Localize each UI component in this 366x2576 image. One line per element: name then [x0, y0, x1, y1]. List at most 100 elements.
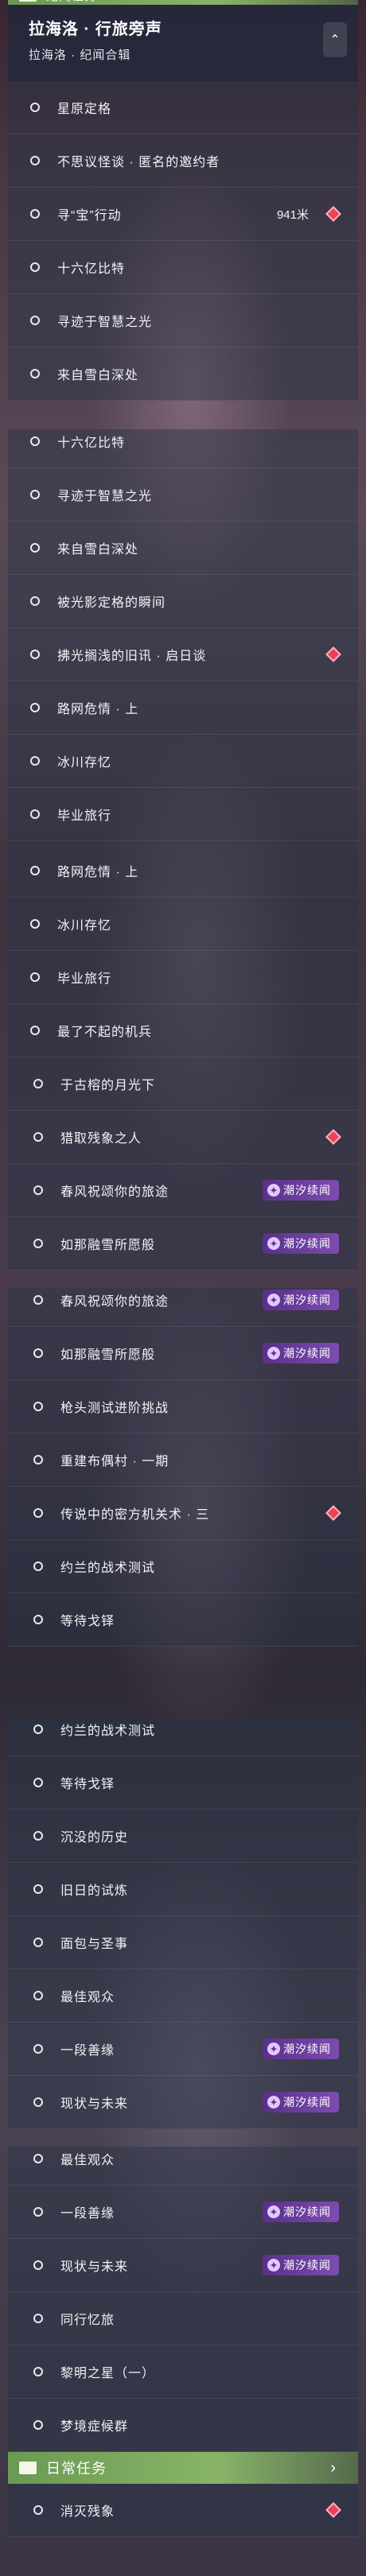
quest-row[interactable]: 来自雪白深处: [8, 347, 358, 401]
circle-icon: [33, 1508, 43, 1518]
quest-label: 如那融雪所愿般: [60, 1348, 156, 1362]
screenshot-panel: 路网危情 · 上冰川存忆 毕业旅行 最了不起的机兵 于古榕的月光下 猎取残象之人 春风祝颂…: [0, 859, 366, 1288]
quest-row[interactable]: 枪头测试进阶挑战: [8, 1380, 358, 1433]
quest-row[interactable]: 最佳观众: [8, 2147, 358, 2186]
quest-row[interactable]: 路网危情 · 上: [8, 681, 358, 735]
tide-label: 潮汐续闻: [283, 1184, 331, 1197]
quest-label: 十六亿比特: [57, 436, 126, 450]
quest-label: 来自雪白深处: [57, 543, 139, 557]
circle-icon: [30, 103, 40, 112]
quest-row[interactable]: 春风祝颂你的旅途 ✦ 潮汐续闻: [8, 1288, 358, 1327]
quest-row[interactable]: 拂光搁浅的旧讯 · 启日谈: [8, 628, 358, 681]
collapse-chevron-icon[interactable]: ⌃: [323, 22, 347, 57]
section-header-daily[interactable]: 日常任务 ›: [8, 2452, 358, 2484]
circle-icon: [33, 2044, 43, 2054]
screenshot-panel: 纪闻任务拉海洛 · 行旅旁声拉海洛 · 纪闻合辑 ⌃ 星原定格不思议怪谈 · 匿名的…: [0, 0, 366, 429]
quest-row[interactable]: 最了不起的机兵: [8, 1004, 358, 1057]
quest-row[interactable]: 被光影定格的瞬间: [8, 575, 358, 628]
quest-row[interactable]: 冰川存忆: [8, 898, 358, 951]
quest-row[interactable]: 消灭残象: [8, 2484, 358, 2537]
quest-row[interactable]: 旧日的试炼: [8, 1863, 358, 1916]
tide-icon: ✦: [267, 1237, 280, 1250]
quest-row[interactable]: 约兰的战术测试: [8, 1540, 358, 1593]
quest-label: 枪头测试进阶挑战: [60, 1402, 169, 1415]
tide-label: 潮汐续闻: [283, 2043, 331, 2055]
tide-label: 潮汐续闻: [283, 2259, 331, 2271]
circle-icon: [30, 436, 40, 446]
quest-row[interactable]: 冰川存忆: [8, 735, 358, 788]
quest-row[interactable]: 等待戈铎: [8, 1593, 358, 1647]
circle-icon: [33, 1778, 43, 1787]
quest-row[interactable]: 同行忆旅: [8, 2292, 358, 2345]
quest-row[interactable]: 现状与未来 ✦ 潮汐续闻: [8, 2076, 358, 2129]
quest-label: 拂光搁浅的旧讯 · 启日谈: [57, 650, 207, 663]
quest-row[interactable]: 于古榕的月光下: [8, 1057, 358, 1111]
circle-icon: [30, 919, 40, 929]
quest-row[interactable]: 路网危情 · 上: [8, 859, 358, 898]
tide-badge: ✦ 潮汐续闻: [263, 1290, 339, 1310]
quest-row[interactable]: 现状与未来 ✦ 潮汐续闻: [8, 2239, 358, 2292]
tide-badge: ✦ 潮汐续闻: [263, 1233, 339, 1254]
quest-row[interactable]: 寻迹于智慧之光: [8, 294, 358, 347]
tide-icon: ✦: [267, 2259, 280, 2271]
quest-label: 最了不起的机兵: [57, 1026, 153, 1039]
quest-row[interactable]: 如那融雪所愿般 ✦ 潮汐续闻: [8, 1217, 358, 1271]
tide-badge: ✦ 潮汐续闻: [263, 2039, 339, 2059]
quest-row[interactable]: 毕业旅行: [8, 788, 358, 841]
circle-icon: [33, 1562, 43, 1571]
quest-label: 星原定格: [57, 103, 112, 116]
quest-label: 于古榕的月光下: [60, 1079, 156, 1092]
quest-row[interactable]: 不思议怪谈 · 匿名的邀约者: [8, 134, 358, 188]
quest-row[interactable]: 一段善缘 ✦ 潮汐续闻: [8, 2186, 358, 2239]
quest-label: 现状与未来: [60, 2260, 129, 2274]
quest-label: 春风祝颂你的旅途: [60, 1295, 169, 1309]
quest-row[interactable]: 梦境症候群: [8, 2399, 358, 2452]
quest-row[interactable]: 寻迹于智慧之光: [8, 468, 358, 522]
quest-row[interactable]: 十六亿比特: [8, 429, 358, 468]
tide-label: 潮汐续闻: [283, 2096, 331, 2109]
book-icon: [19, 2462, 37, 2474]
quest-row[interactable]: 星原定格: [8, 81, 358, 134]
tide-badge: ✦ 潮汐续闻: [263, 1180, 339, 1201]
screenshot-panel: 十六亿比特寻迹于智慧之光来自雪白深处被光影定格的瞬间拂光搁浅的旧讯 · 启日谈路…: [0, 429, 366, 859]
quest-label: 春风祝颂你的旅途: [60, 1185, 169, 1199]
quest-row[interactable]: 寻“宝”行动 941米: [8, 188, 358, 241]
quest-label: 梦境症候群: [60, 2420, 129, 2434]
quest-row[interactable]: 如那融雪所愿般 ✦ 潮汐续闻: [8, 1327, 358, 1380]
quest-row[interactable]: 传说中的密方机关术 · 三: [8, 1487, 358, 1540]
quest-row[interactable]: 等待戈铎: [8, 1756, 358, 1810]
circle-icon: [30, 316, 40, 325]
quest-label: 约兰的战术测试: [60, 1562, 156, 1575]
quest-row[interactable]: 重建布偶村 · 一期: [8, 1433, 358, 1487]
quest-row[interactable]: 黎明之星（一）: [8, 2345, 358, 2399]
quest-row[interactable]: 沉没的历史: [8, 1810, 358, 1863]
quest-row[interactable]: 最了不起的机兵: [8, 841, 358, 859]
quest-label: 最佳观众: [60, 2154, 115, 2167]
quest-row[interactable]: 猎取残象之人: [8, 1111, 358, 1164]
tide-icon: ✦: [267, 2206, 280, 2218]
quest-row[interactable]: 来自雪白深处: [8, 522, 358, 575]
quest-row[interactable]: 春风祝颂你的旅途 ✦ 潮汐续闻: [8, 1164, 358, 1217]
circle-icon: [33, 2420, 43, 2430]
group-subtitle: 拉海洛 · 纪闻合辑: [29, 48, 131, 62]
circle-icon: [30, 543, 40, 553]
screenshot-panel: 最佳观众 一段善缘 ✦ 潮汐续闻 现状与未来 ✦ 潮汐续闻 同行忆旅 黎明之星（一） 梦境症候群日…: [0, 2147, 366, 2576]
quest-row[interactable]: 约兰的战术测试: [8, 1717, 358, 1756]
tide-badge: ✦ 潮汐续闻: [263, 1343, 339, 1364]
circle-icon: [33, 1185, 43, 1195]
quest-label: 毕业旅行: [57, 809, 112, 823]
circle-icon: [33, 1402, 43, 1411]
quest-label: 最佳观众: [60, 1991, 115, 2004]
quest-row[interactable]: 一段善缘 ✦ 潮汐续闻: [8, 2023, 358, 2076]
quest-label: 毕业旅行: [57, 972, 112, 986]
quest-group-header[interactable]: 拉海洛 · 行旅旁声 拉海洛 · 纪闻合辑 ⌃: [8, 5, 358, 81]
tide-badge: ✦ 潮汐续闻: [263, 2092, 339, 2112]
quest-row[interactable]: 毕业旅行: [8, 951, 358, 1004]
quest-row[interactable]: 十六亿比特: [8, 241, 358, 294]
quest-row[interactable]: 最佳观众: [8, 1969, 358, 2023]
distance-text: 941米: [276, 208, 309, 222]
tide-badge: ✦ 潮汐续闻: [263, 2255, 339, 2275]
circle-icon: [30, 1026, 40, 1035]
quest-row[interactable]: 面包与圣事: [8, 1916, 358, 1969]
circle-icon: [30, 156, 40, 165]
